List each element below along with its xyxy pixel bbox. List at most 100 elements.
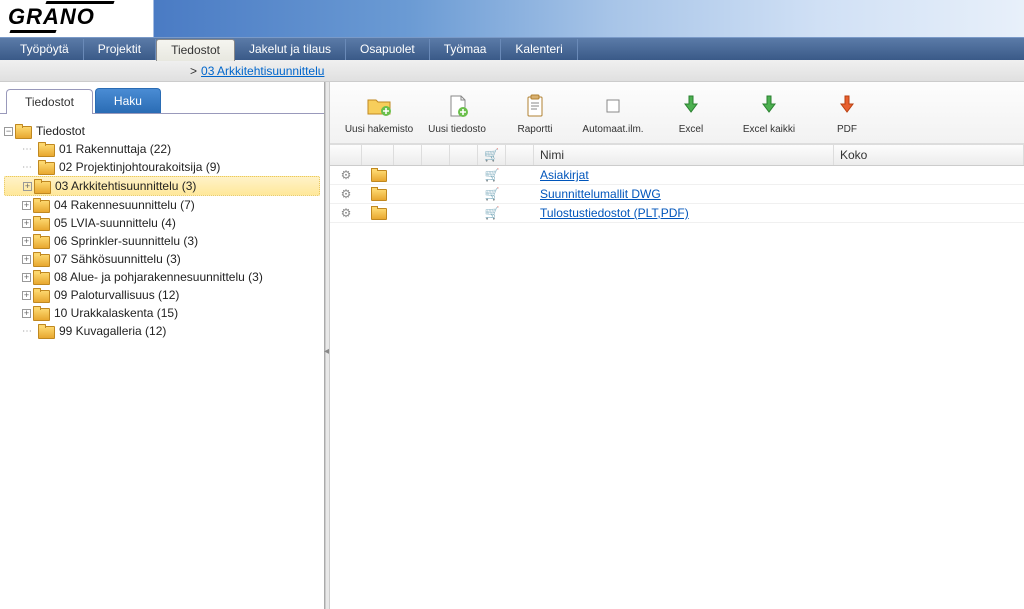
folder-icon	[38, 143, 54, 156]
sidebar-tab-files[interactable]: Tiedostot	[6, 89, 93, 114]
tree-item-label: 04 Rakennesuunnittelu (7)	[54, 198, 195, 212]
cart-icon[interactable]: 🛒	[485, 168, 500, 182]
tree-root[interactable]: − Tiedostot	[4, 122, 320, 140]
expand-icon[interactable]: +	[22, 255, 31, 264]
folder-icon	[33, 271, 49, 284]
tree-item-label: 07 Sähkösuunnittelu (3)	[54, 252, 181, 266]
folder-icon	[33, 289, 49, 302]
nav-calendar[interactable]: Kalenteri	[501, 39, 577, 60]
app-header: GRANO Työpöytä Projektit Tiedostot Jakel…	[0, 0, 1024, 60]
logo: GRANO	[8, 4, 95, 30]
checkbox-icon	[599, 92, 627, 120]
expand-icon[interactable]: +	[22, 291, 31, 300]
sidebar: Tiedostot Haku − Tiedostot ⋯ 01 Rakennutt…	[0, 82, 325, 609]
report-button[interactable]: Raportti	[496, 90, 574, 137]
folder-icon	[371, 169, 386, 181]
excel-arrow-icon	[677, 92, 705, 120]
tree-item[interactable]: +07 Sähkösuunnittelu (3)	[4, 250, 320, 268]
expand-icon[interactable]: +	[22, 219, 31, 228]
toolbar: Uusi hakemisto Uusi tiedosto Raportti Au…	[330, 82, 1024, 144]
tree-item[interactable]: +03 Arkkitehtisuunnittelu (3)	[4, 176, 320, 196]
gear-icon[interactable]: ⚙	[341, 206, 352, 220]
cart-icon[interactable]: 🛒	[485, 187, 500, 201]
tree-item-label: 03 Arkkitehtisuunnittelu (3)	[55, 179, 196, 193]
excel-button[interactable]: Excel	[652, 90, 730, 137]
pdf-button[interactable]: PDF	[808, 90, 886, 137]
folder-icon	[34, 180, 50, 193]
folder-icon	[33, 307, 49, 320]
folder-link[interactable]: Asiakirjat	[540, 168, 589, 182]
folder-tree: − Tiedostot ⋯ 01 Rakennuttaja (22) ⋯ 02 Pro…	[0, 114, 324, 609]
splitter[interactable]	[325, 82, 330, 609]
expand-icon[interactable]: +	[23, 182, 32, 191]
breadcrumb: > 03 Arkkitehtisuunnittelu	[0, 60, 1024, 82]
nav-projects[interactable]: Projektit	[84, 39, 156, 60]
folder-link[interactable]: Tulostustiedostot (PLT,PDF)	[540, 206, 689, 220]
tree-item-label: 05 LVIA-suunnittelu (4)	[54, 216, 176, 230]
tree-item[interactable]: ⋯ 99 Kuvagalleria (12)	[4, 322, 320, 340]
cart-icon[interactable]: 🛒	[484, 148, 499, 162]
tree-item-label: 08 Alue- ja pohjarakennesuunnittelu (3)	[54, 270, 263, 284]
nav-desktop[interactable]: Työpöytä	[6, 39, 84, 60]
collapse-icon[interactable]: −	[4, 127, 13, 136]
cart-icon[interactable]: 🛒	[485, 206, 500, 220]
expand-icon[interactable]: +	[22, 237, 31, 246]
tree-item-label: 10 Urakkalaskenta (15)	[54, 306, 178, 320]
folder-icon	[38, 161, 54, 174]
pdf-arrow-icon	[833, 92, 861, 120]
grid-body: ⚙ 🛒 Asiakirjat ⚙ 🛒 Suunnittelumallit DWG ⚙ 🛒 Tul…	[330, 166, 1024, 609]
grid-row[interactable]: ⚙ 🛒 Asiakirjat	[330, 166, 1024, 185]
gear-icon[interactable]: ⚙	[341, 168, 352, 182]
folder-icon	[33, 253, 49, 266]
tree-item-label: 02 Projektinjohtourakoitsija (9)	[59, 160, 220, 174]
expand-icon[interactable]: +	[22, 309, 31, 318]
tree-item-label: 01 Rakennuttaja (22)	[59, 142, 171, 156]
nav-files[interactable]: Tiedostot	[156, 39, 235, 61]
grid-row[interactable]: ⚙ 🛒 Suunnittelumallit DWG	[330, 185, 1024, 204]
file-plus-icon	[443, 92, 471, 120]
grid-header: 🛒 Nimi Koko	[330, 144, 1024, 166]
grid-row[interactable]: ⚙ 🛒 Tulostustiedostot (PLT,PDF)	[330, 204, 1024, 223]
folder-link[interactable]: Suunnittelumallit DWG	[540, 187, 661, 201]
tree-item[interactable]: +05 LVIA-suunnittelu (4)	[4, 214, 320, 232]
nav-parties[interactable]: Osapuolet	[346, 39, 430, 60]
folder-icon	[38, 325, 54, 338]
clipboard-icon	[521, 92, 549, 120]
folder-icon	[33, 199, 49, 212]
tree-item[interactable]: +10 Urakkalaskenta (15)	[4, 304, 320, 322]
breadcrumb-prefix: >	[190, 64, 197, 78]
tree-item[interactable]: +08 Alue- ja pohjarakennesuunnittelu (3)	[4, 268, 320, 286]
auto-notify-toggle[interactable]: Automaat.ilm.	[574, 90, 652, 137]
tree-item[interactable]: ⋯ 01 Rakennuttaja (22)	[4, 140, 320, 158]
tree-leaf-icon: ⋯	[22, 144, 36, 155]
folder-icon	[371, 207, 386, 219]
folder-plus-icon	[365, 92, 393, 120]
expand-icon[interactable]: +	[22, 201, 31, 210]
excel-all-arrow-icon	[755, 92, 783, 120]
column-name[interactable]: Nimi	[534, 145, 834, 165]
nav-worksite[interactable]: Työmaa	[430, 39, 502, 60]
tree-item[interactable]: +04 Rakennesuunnittelu (7)	[4, 196, 320, 214]
main-nav: Työpöytä Projektit Tiedostot Jakelut ja …	[0, 37, 1024, 60]
gear-icon[interactable]: ⚙	[341, 187, 352, 201]
tree-item-label: 99 Kuvagalleria (12)	[59, 324, 166, 338]
column-size[interactable]: Koko	[834, 145, 1024, 165]
tree-item-label: 06 Sprinkler-suunnittelu (3)	[54, 234, 198, 248]
excel-all-button[interactable]: Excel kaikki	[730, 90, 808, 137]
new-directory-button[interactable]: Uusi hakemisto	[340, 90, 418, 137]
tree-item[interactable]: ⋯ 02 Projektinjohtourakoitsija (9)	[4, 158, 320, 176]
expand-icon[interactable]: +	[22, 273, 31, 282]
new-file-button[interactable]: Uusi tiedosto	[418, 90, 496, 137]
folder-icon	[33, 235, 49, 248]
tree-leaf-icon: ⋯	[22, 326, 36, 337]
tree-leaf-icon: ⋯	[22, 162, 36, 173]
folder-icon	[15, 125, 31, 138]
tree-item-label: 09 Paloturvallisuus (12)	[54, 288, 179, 302]
tree-item[interactable]: +09 Paloturvallisuus (12)	[4, 286, 320, 304]
tree-item[interactable]: +06 Sprinkler-suunnittelu (3)	[4, 232, 320, 250]
sidebar-tab-search[interactable]: Haku	[95, 88, 161, 113]
nav-distributions[interactable]: Jakelut ja tilaus	[235, 39, 346, 60]
main-panel: Uusi hakemisto Uusi tiedosto Raportti Au…	[330, 82, 1024, 609]
folder-icon	[33, 217, 49, 230]
breadcrumb-link[interactable]: 03 Arkkitehtisuunnittelu	[201, 64, 324, 78]
